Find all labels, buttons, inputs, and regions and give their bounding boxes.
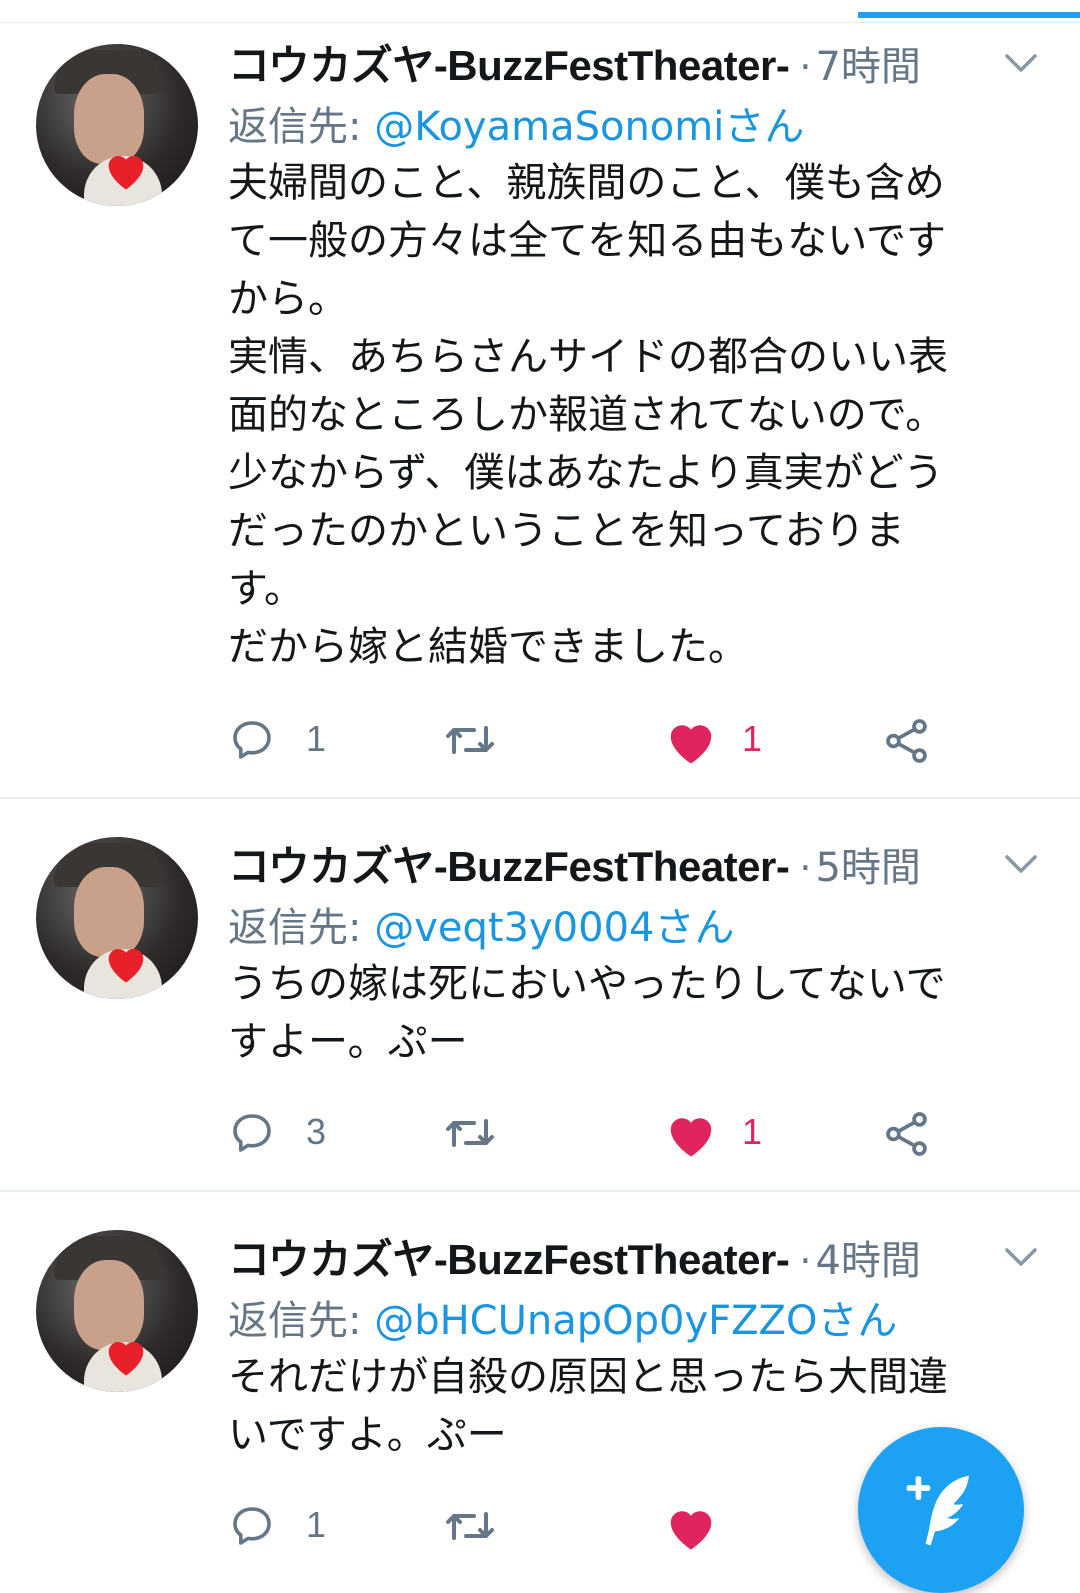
avatar[interactable] [36, 1230, 198, 1392]
retweet-icon [446, 726, 494, 754]
text-line: 実情、あちらさんサイドの都合のいい表 [228, 334, 948, 380]
tweet-header: コウカズヤ-BuzzFestTheater- · 4時間 [228, 1226, 921, 1286]
heart-sticker-icon [108, 1341, 144, 1376]
timestamp[interactable]: 5時間 [815, 845, 920, 891]
share-icon [886, 1112, 927, 1156]
like-button[interactable] [664, 1502, 784, 1552]
author-name[interactable]: コウカズヤ-BuzzFestTheater- [228, 843, 790, 890]
heart-icon [670, 1118, 712, 1157]
reply-to: 返信先: @veqt3y0004さん [228, 895, 734, 953]
reply-button[interactable]: 1 [228, 1502, 348, 1552]
text-line: 面的なところしか報道されてないので。 [228, 392, 946, 438]
text-line: うちの嫁は死においやったりしてないで [228, 961, 946, 1007]
author-name[interactable]: コウカズヤ-BuzzFestTheater- [228, 1236, 790, 1283]
reply-count: 1 [306, 718, 327, 759]
tweet-actions: 3 1 [228, 1109, 988, 1159]
tweet-text: 夫婦間のこと、親族間のこと、僕も含め て一般の方々は全てを知る由もないです から… [228, 154, 1048, 676]
reply-button[interactable]: 3 [228, 1109, 348, 1159]
reply-handle-link[interactable]: @bHCUnapOp0yFZZOさん [374, 1298, 897, 1344]
chevron-down-icon[interactable] [1004, 52, 1038, 74]
reply-count: 1 [306, 1504, 327, 1545]
text-line: 夫婦間のこと、親族間のこと、僕も含め [228, 160, 945, 206]
share-icon [886, 719, 927, 763]
text-line: だから嫁と結婚できました。 [228, 624, 748, 670]
reply-to: 返信先: @KoyamaSonomiさん [228, 94, 804, 152]
tweet[interactable]: コウカズヤ-BuzzFestTheater- · 5時間 返信先: @veqt3y0… [0, 799, 1080, 1192]
like-count: 1 [742, 718, 763, 759]
separator: · [799, 1239, 812, 1283]
heart-icon [670, 725, 712, 764]
reply-count: 3 [306, 1111, 327, 1152]
compose-feather-icon [906, 1475, 969, 1546]
retweet-button[interactable] [442, 1109, 532, 1159]
reply-handle-link[interactable]: @veqt3y0004さん [374, 905, 734, 951]
speech-bubble-icon [233, 1114, 271, 1152]
separator: · [799, 45, 812, 89]
share-button[interactable] [882, 1109, 942, 1159]
heart-sticker-icon [108, 948, 144, 983]
chevron-down-icon[interactable] [1004, 853, 1038, 875]
tweet-text: うちの嫁は死においやったりしてないで すよー。ぷー [228, 955, 1048, 1071]
author-name[interactable]: コウカズヤ-BuzzFestTheater- [228, 42, 790, 89]
timeline: コウカズヤ-BuzzFestTheater- · 7時間 返信先: @KoyamaS… [0, 22, 1080, 1592]
reply-prefix: 返信先: [228, 1298, 375, 1344]
avatar[interactable] [36, 44, 198, 206]
reply-prefix: 返信先: [228, 104, 375, 150]
avatar[interactable] [36, 837, 198, 999]
tweet[interactable]: コウカズヤ-BuzzFestTheater- · 7時間 返信先: @KoyamaS… [0, 22, 1080, 799]
speech-bubble-icon [233, 1507, 271, 1545]
text-line: それだけが自殺の原因と思ったら大間違 [228, 1354, 948, 1400]
retweet-button[interactable] [442, 1502, 532, 1552]
speech-bubble-icon [233, 721, 271, 759]
loading-progress-bar [858, 12, 1080, 18]
retweet-button[interactable] [442, 716, 532, 766]
text-line: すよー。ぷー [228, 1019, 468, 1065]
retweet-icon [446, 1512, 494, 1540]
like-button[interactable]: 1 [664, 1109, 784, 1159]
reply-to: 返信先: @bHCUnapOp0yFZZOさん [228, 1288, 897, 1346]
reply-handle-link[interactable]: @KoyamaSonomiさん [374, 104, 804, 150]
separator: · [799, 846, 812, 890]
like-count: 1 [742, 1111, 763, 1152]
text-line: から。 [228, 276, 348, 322]
text-line: す。 [228, 566, 304, 612]
text-line: だったのかということを知っておりま [228, 508, 905, 554]
heart-sticker-icon [108, 155, 144, 190]
reply-button[interactable]: 1 [228, 716, 348, 766]
text-line: 少なからず、僕はあなたより真実がどう [228, 450, 944, 496]
tweet-header: コウカズヤ-BuzzFestTheater- · 7時間 [228, 32, 921, 92]
heart-icon [670, 1511, 712, 1550]
timestamp[interactable]: 7時間 [815, 44, 920, 90]
compose-tweet-button[interactable] [858, 1427, 1024, 1593]
chevron-down-icon[interactable] [1004, 1246, 1038, 1268]
text-line: て一般の方々は全てを知る由もないです [228, 218, 946, 264]
share-button[interactable] [882, 716, 942, 766]
timestamp[interactable]: 4時間 [815, 1238, 920, 1284]
tweet-actions: 1 1 [228, 716, 988, 766]
like-button[interactable]: 1 [664, 716, 784, 766]
tweet-header: コウカズヤ-BuzzFestTheater- · 5時間 [228, 833, 921, 893]
reply-prefix: 返信先: [228, 905, 375, 951]
retweet-icon [446, 1119, 494, 1147]
